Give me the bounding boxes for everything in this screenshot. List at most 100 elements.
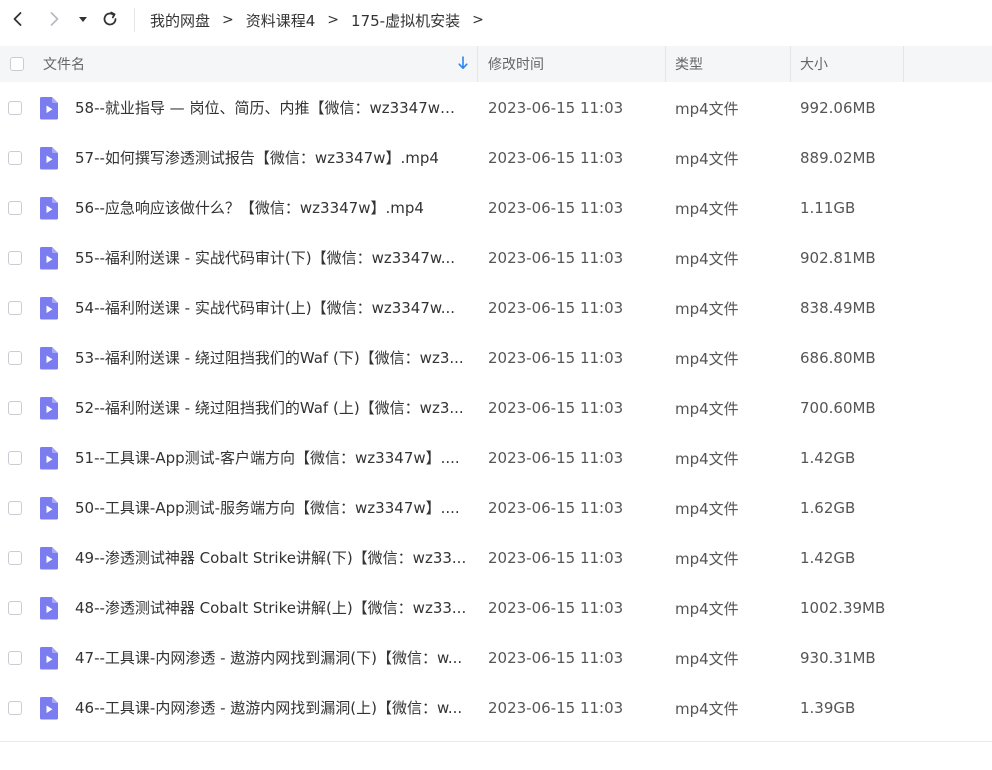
row-checkbox[interactable] [8, 551, 22, 565]
file-name-cell[interactable]: 55--福利附送课 - 实战代码审计(下)【微信：wz3347w... [75, 233, 467, 283]
file-name-cell[interactable]: 46--工具课-内网渗透 - 遨游内网找到漏洞(上)【微信：w... [75, 683, 467, 733]
file-name-cell[interactable]: 49--渗透测试神器 Cobalt Strike讲解(下)【微信：wz33... [75, 533, 467, 583]
table-row[interactable]: 58--就业指导 — 岗位、简历、内推【微信：wz3347w】... 2023-0… [0, 83, 992, 133]
table-row[interactable]: 54--福利附送课 - 实战代码审计(上)【微信：wz3347w... 2023-… [0, 283, 992, 333]
file-name[interactable]: 49--渗透测试神器 Cobalt Strike讲解(下)【微信：wz33... [75, 533, 467, 583]
row-checkbox[interactable] [8, 151, 22, 165]
row-checkbox[interactable] [8, 251, 22, 265]
modified-cell: 2023-06-15 11:03 [488, 683, 623, 733]
file-name[interactable]: 55--福利附送课 - 实战代码审计(下)【微信：wz3347w... [75, 233, 467, 283]
file-name[interactable]: 56--应急响应该做什么？【微信：wz3347w】.mp4 [75, 183, 467, 233]
row-checkbox[interactable] [8, 201, 22, 215]
size-cell: 1.39GB [800, 683, 855, 733]
file-name[interactable]: 46--工具课-内网渗透 - 遨游内网找到漏洞(上)【微信：w... [75, 683, 467, 733]
type-cell: mp4文件 [675, 433, 739, 483]
row-checkbox[interactable] [8, 651, 22, 665]
row-checkbox-cell [8, 633, 22, 683]
row-checkbox[interactable] [8, 601, 22, 615]
table-row[interactable]: 50--工具课-App测试-服务端方向【微信：wz3347w】.... 2023-… [0, 483, 992, 533]
table-row[interactable]: 57--如何撰写渗透测试报告【微信：wz3347w】.mp4 2023-06-15… [0, 133, 992, 183]
file-name[interactable]: 47--工具课-内网渗透 - 遨游内网找到漏洞(下)【微信：w... [75, 633, 467, 683]
row-checkbox-cell [8, 283, 22, 333]
forward-button[interactable] [40, 5, 68, 33]
file-size: 686.80MB [800, 349, 876, 367]
row-checkbox[interactable] [8, 101, 22, 115]
type-cell: mp4文件 [675, 133, 739, 183]
file-type: mp4文件 [675, 249, 739, 268]
file-type: mp4文件 [675, 449, 739, 468]
file-name-cell[interactable]: 52--福利附送课 - 绕过阻挡我们的Waf (上)【微信：wz3... [75, 383, 467, 433]
row-checkbox[interactable] [8, 301, 22, 315]
table-row[interactable]: 53--福利附送课 - 绕过阻挡我们的Waf (下)【微信：wz3... 2023… [0, 333, 992, 383]
file-name-cell[interactable]: 50--工具课-App测试-服务端方向【微信：wz3347w】.... [75, 483, 467, 533]
type-cell: mp4文件 [675, 583, 739, 633]
size-cell: 700.60MB [800, 383, 876, 433]
file-type: mp4文件 [675, 399, 739, 418]
column-header-name[interactable]: 文件名 [43, 46, 85, 82]
file-type: mp4文件 [675, 299, 739, 318]
column-header-type[interactable]: 类型 [675, 46, 703, 82]
file-name-cell[interactable]: 56--应急响应该做什么？【微信：wz3347w】.mp4 [75, 183, 467, 233]
row-checkbox[interactable] [8, 351, 22, 365]
column-header-modified-label: 修改时间 [488, 57, 544, 73]
video-file-icon [39, 697, 58, 720]
file-name[interactable]: 51--工具课-App测试-客户端方向【微信：wz3347w】.... [75, 433, 467, 483]
file-name-cell[interactable]: 48--渗透测试神器 Cobalt Strike讲解(上)【微信：wz33... [75, 583, 467, 633]
table-row[interactable]: 47--工具课-内网渗透 - 遨游内网找到漏洞(下)【微信：w... 2023-0… [0, 633, 992, 683]
file-type: mp4文件 [675, 149, 739, 168]
row-checkbox[interactable] [8, 451, 22, 465]
size-cell: 1.62GB [800, 483, 855, 533]
breadcrumb-item-folder[interactable]: 资料课程4 [246, 10, 316, 31]
file-name[interactable]: 53--福利附送课 - 绕过阻挡我们的Waf (下)【微信：wz3... [75, 333, 467, 383]
column-header-type-label: 类型 [675, 57, 703, 73]
select-all-cell [10, 46, 24, 82]
file-icon-cell [39, 683, 59, 733]
row-checkbox[interactable] [8, 501, 22, 515]
file-name[interactable]: 54--福利附送课 - 实战代码审计(上)【微信：wz3347w... [75, 283, 467, 333]
history-dropdown-button[interactable] [72, 5, 94, 33]
table-row[interactable]: 55--福利附送课 - 实战代码审计(下)【微信：wz3347w... 2023-… [0, 233, 992, 283]
file-name-cell[interactable]: 47--工具课-内网渗透 - 遨游内网找到漏洞(下)【微信：w... [75, 633, 467, 683]
file-name-cell[interactable]: 53--福利附送课 - 绕过阻挡我们的Waf (下)【微信：wz3... [75, 333, 467, 383]
table-row[interactable]: 56--应急响应该做什么？【微信：wz3347w】.mp4 2023-06-15 … [0, 183, 992, 233]
table-row[interactable]: 51--工具课-App测试-客户端方向【微信：wz3347w】.... 2023-… [0, 433, 992, 483]
modified-cell: 2023-06-15 11:03 [488, 83, 623, 133]
select-all-checkbox[interactable] [10, 57, 24, 71]
table-row[interactable]: 48--渗透测试神器 Cobalt Strike讲解(上)【微信：wz33...… [0, 583, 992, 633]
table-row[interactable]: 46--工具课-内网渗透 - 遨游内网找到漏洞(上)【微信：w... 2023-0… [0, 683, 992, 733]
back-button[interactable] [4, 5, 32, 33]
table-row[interactable]: 49--渗透测试神器 Cobalt Strike讲解(下)【微信：wz33...… [0, 533, 992, 583]
row-checkbox[interactable] [8, 701, 22, 715]
file-name-cell[interactable]: 54--福利附送课 - 实战代码审计(上)【微信：wz3347w... [75, 283, 467, 333]
file-name[interactable]: 50--工具课-App测试-服务端方向【微信：wz3347w】.... [75, 483, 467, 533]
modified-time: 2023-06-15 11:03 [488, 299, 624, 317]
modified-cell: 2023-06-15 11:03 [488, 283, 623, 333]
file-name-cell[interactable]: 58--就业指导 — 岗位、简历、内推【微信：wz3347w】... [75, 83, 467, 133]
file-icon-cell [39, 283, 59, 333]
sort-down-arrow-icon[interactable] [457, 56, 469, 70]
breadcrumb-item-current[interactable]: 175-虚拟机安装 [351, 10, 460, 31]
column-header-modified[interactable]: 修改时间 [488, 46, 544, 82]
column-header-size[interactable]: 大小 [800, 46, 828, 82]
table-row[interactable]: 52--福利附送课 - 绕过阻挡我们的Waf (上)【微信：wz3... 2023… [0, 383, 992, 433]
file-name[interactable]: 57--如何撰写渗透测试报告【微信：wz3347w】.mp4 [75, 133, 467, 183]
file-name-cell[interactable]: 51--工具课-App测试-客户端方向【微信：wz3347w】.... [75, 433, 467, 483]
video-file-icon [39, 397, 58, 420]
file-size: 1.42GB [800, 549, 856, 567]
toolbar-divider [134, 8, 135, 32]
file-type: mp4文件 [675, 349, 739, 368]
row-checkbox-cell [8, 433, 22, 483]
refresh-button[interactable] [96, 5, 124, 33]
file-icon-cell [39, 333, 59, 383]
size-cell: 902.81MB [800, 233, 876, 283]
video-file-icon [39, 497, 58, 520]
file-name[interactable]: 48--渗透测试神器 Cobalt Strike讲解(上)【微信：wz33... [75, 583, 467, 633]
file-name[interactable]: 52--福利附送课 - 绕过阻挡我们的Waf (上)【微信：wz3... [75, 383, 467, 433]
row-checkbox-cell [8, 483, 22, 533]
file-name-cell[interactable]: 57--如何撰写渗透测试报告【微信：wz3347w】.mp4 [75, 133, 467, 183]
file-type: mp4文件 [675, 549, 739, 568]
breadcrumb-item-root[interactable]: 我的网盘 [150, 10, 210, 31]
type-cell: mp4文件 [675, 533, 739, 583]
file-name[interactable]: 58--就业指导 — 岗位、简历、内推【微信：wz3347w】... [75, 83, 467, 133]
row-checkbox[interactable] [8, 401, 22, 415]
